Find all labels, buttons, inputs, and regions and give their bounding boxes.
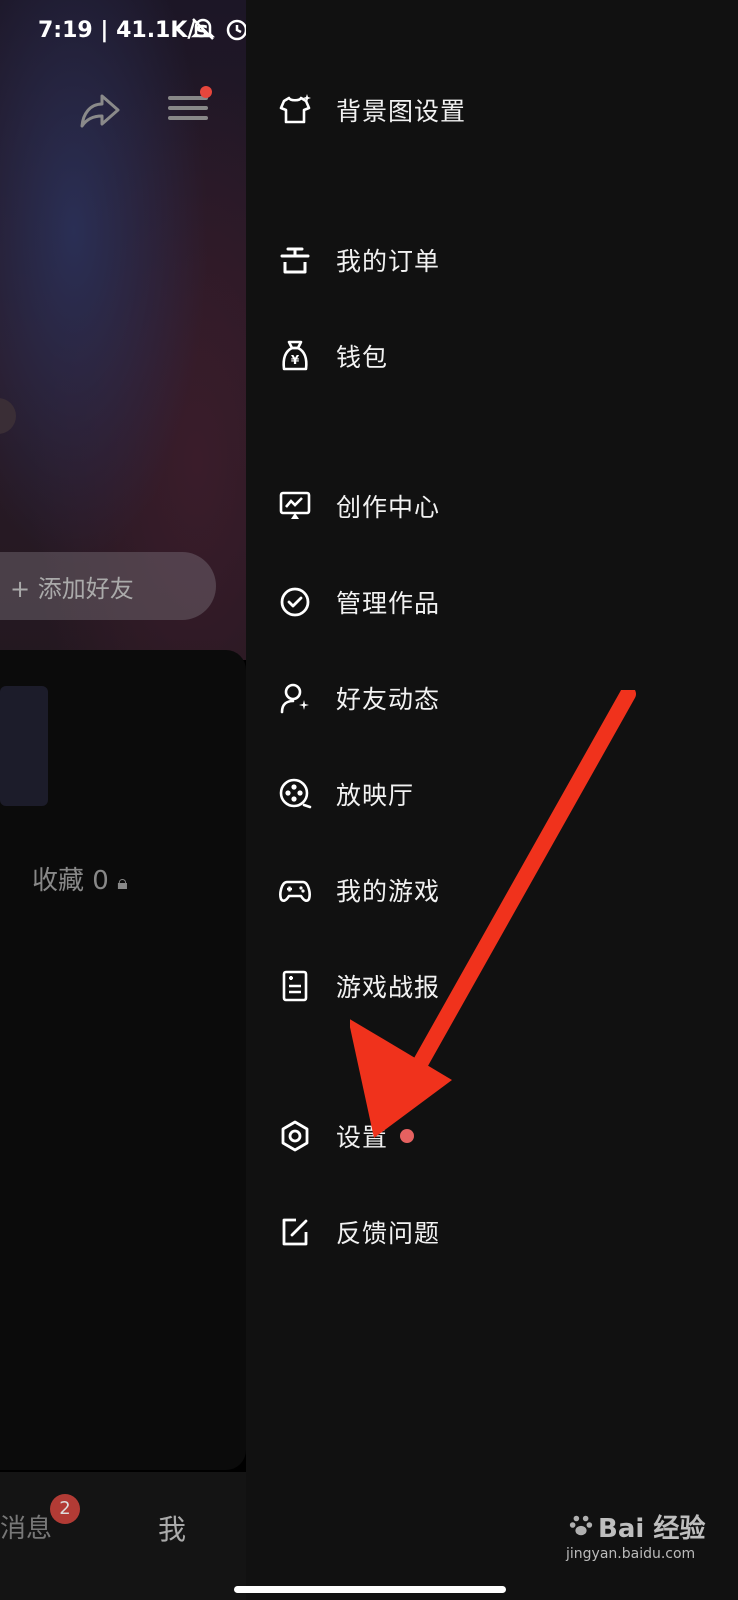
menu-item-background-settings[interactable]: 背景图设置 xyxy=(278,84,466,136)
collect-label: 收藏 0 xyxy=(32,866,109,896)
status-time: 7:19 | 41.1K/s xyxy=(38,18,209,43)
home-indicator[interactable] xyxy=(234,1586,506,1593)
menu-item-label: 游戏战报 xyxy=(336,973,441,1002)
report-icon xyxy=(278,969,312,1003)
lock-icon: 🔒︎ xyxy=(117,870,128,894)
menu-item-feedback[interactable]: 反馈问题 xyxy=(278,1206,440,1258)
menu-item-label: 我的游戏 xyxy=(336,877,441,906)
check-circle-icon xyxy=(278,585,312,619)
menu-item-label: 好友动态 xyxy=(336,685,441,714)
menu-item-manage-works[interactable]: 管理作品 xyxy=(278,576,440,628)
menu-item-cinema[interactable]: 放映厅 xyxy=(278,768,414,820)
tshirt-icon xyxy=(278,93,312,127)
baidu-watermark: Bai 经验 xyxy=(568,1508,705,1545)
menu-item-my-orders[interactable]: 我的订单 xyxy=(278,234,440,286)
gamepad-icon xyxy=(278,873,312,907)
add-friend-button[interactable]: + 添加好友 xyxy=(0,552,216,620)
mute-icon xyxy=(188,14,218,50)
share-icon[interactable] xyxy=(78,88,122,132)
order-icon xyxy=(278,243,312,277)
menu-item-settings[interactable]: 设置 xyxy=(278,1110,415,1162)
menu-item-label: 管理作品 xyxy=(336,589,441,618)
menu-item-label: 设置 xyxy=(336,1123,389,1152)
wallet-icon: ¥ xyxy=(278,339,312,373)
add-friend-label: + 添加好友 xyxy=(10,574,134,603)
profile-background: + 添加好友 收藏 0 🔒︎ 消息 2 我 xyxy=(0,0,246,1600)
feedback-icon xyxy=(278,1215,312,1249)
menu-item-creator-center[interactable]: 创作中心 xyxy=(278,480,440,532)
menu-icon[interactable] xyxy=(168,86,212,130)
menu-item-my-games[interactable]: 我的游戏 xyxy=(278,864,440,916)
menu-item-label: 我的订单 xyxy=(336,247,441,276)
settings-notification-dot xyxy=(400,1129,415,1143)
nav-messages[interactable]: 消息 xyxy=(0,1508,52,1545)
friend-activity-icon xyxy=(278,681,312,715)
settings-icon xyxy=(278,1119,312,1153)
paw-icon xyxy=(568,1512,594,1542)
menu-item-label: 放映厅 xyxy=(336,781,415,810)
messages-badge: 2 xyxy=(50,1494,80,1524)
menu-item-label: 反馈问题 xyxy=(336,1219,441,1248)
creator-icon xyxy=(278,489,312,523)
menu-item-wallet[interactable]: ¥ 钱包 xyxy=(278,330,388,382)
collect-tab[interactable]: 收藏 0 🔒︎ xyxy=(32,860,128,897)
menu-item-friend-activity[interactable]: 好友动态 xyxy=(278,672,440,724)
cinema-icon xyxy=(278,777,312,811)
menu-item-label: 钱包 xyxy=(336,343,389,372)
menu-item-label: 背景图设置 xyxy=(336,97,467,126)
notification-dot xyxy=(200,86,212,98)
nav-me[interactable]: 我 xyxy=(158,1508,186,1548)
watermark-brand: Bai 经验 xyxy=(598,1514,706,1544)
watermark-url: jingyan.baidu.com xyxy=(566,1546,696,1562)
work-thumbnail[interactable] xyxy=(0,686,48,806)
svg-text:¥: ¥ xyxy=(291,353,300,367)
menu-item-game-report[interactable]: 游戏战报 xyxy=(278,960,440,1012)
menu-item-label: 创作中心 xyxy=(336,493,441,522)
